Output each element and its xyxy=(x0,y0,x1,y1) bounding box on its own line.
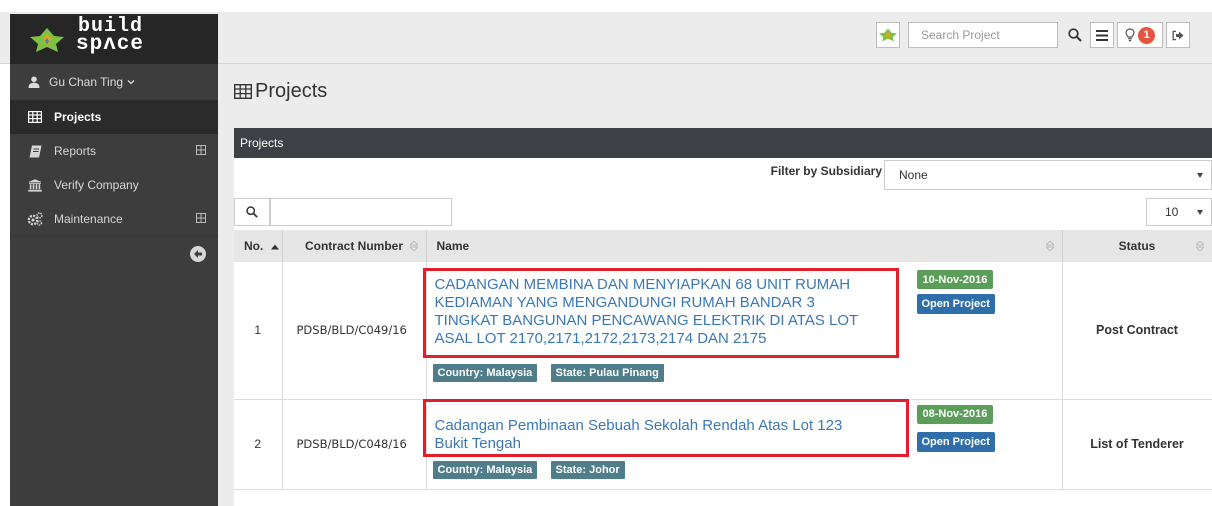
table-row: 2 PDSB/BLD/C048/16 Cadangan Pembinaan Se… xyxy=(234,398,1212,490)
chevron-down-icon xyxy=(127,80,135,85)
open-project-button[interactable]: Open Project xyxy=(916,294,995,314)
country-tag: Country: Malaysia xyxy=(432,364,538,382)
sort-icon xyxy=(1195,241,1204,251)
column-header-label: Status xyxy=(1118,239,1156,253)
buildspace-star-icon xyxy=(879,28,897,42)
table-icon xyxy=(26,111,44,123)
page-size-value: 10 xyxy=(1165,205,1179,219)
column-header-label: Name xyxy=(436,239,470,253)
state-tag: State: Johor xyxy=(550,460,625,479)
sidebar-item-verify-company[interactable]: Verify Company xyxy=(10,168,218,202)
dropdown-caret-icon xyxy=(1197,210,1203,215)
page-size-select[interactable]: 10 xyxy=(1146,198,1212,226)
logo[interactable]: build spʌce xyxy=(10,14,218,64)
project-name-cell: Cadangan Pembinaan Sebuah Sekolah Rendah… xyxy=(422,398,1063,490)
sidebar-item-projects[interactable]: Projects xyxy=(10,100,218,134)
table-search-button[interactable] xyxy=(234,198,270,226)
row-number: 2 xyxy=(234,399,283,490)
project-name-line: ASAL LOT 2170,2171,2172,2173,2174 DAN 21… xyxy=(434,330,767,347)
logo-text-space: spʌce xyxy=(76,33,145,56)
project-search-input[interactable] xyxy=(909,23,1029,47)
column-header-name[interactable]: Name xyxy=(426,230,1063,262)
bank-icon xyxy=(26,178,44,192)
search-icon xyxy=(246,206,258,218)
project-name-cell: CADANGAN MEMBINA DAN MENYIAPKAN 68 UNIT … xyxy=(422,262,1063,400)
sidebar-item-label: Reports xyxy=(54,144,97,158)
project-name-line: CADANGAN MEMBINA DAN MENYIAPKAN 68 UNIT … xyxy=(434,276,851,293)
book-icon xyxy=(26,145,44,158)
project-name-link[interactable]: Cadangan Pembinaan Sebuah Sekolah Rendah… xyxy=(435,417,843,453)
column-header-label: No. xyxy=(244,239,264,253)
column-header-no[interactable]: No. xyxy=(234,230,283,262)
row-number: 1 xyxy=(234,262,283,400)
country-tag: Country: Malaysia xyxy=(432,460,538,479)
sign-out-icon xyxy=(1172,30,1184,40)
search-button[interactable] xyxy=(1064,24,1086,46)
table-header-row: No. Contract Number Name Status xyxy=(234,230,1212,262)
logo-mark-icon xyxy=(30,28,64,52)
notifications-button[interactable]: 1 xyxy=(1117,22,1163,48)
sort-icon xyxy=(1045,241,1054,251)
filter-select-value: None xyxy=(899,168,928,182)
project-name-line: TINGKAT BANGUNAN PENCAWANG ELEKTRIK DI A… xyxy=(434,312,859,329)
sidebar-item-label: Projects xyxy=(54,110,102,124)
date-badge: 10-Nov-2016 xyxy=(916,270,994,289)
project-name-line: Bukit Tengah xyxy=(434,434,521,452)
arrow-left-icon xyxy=(194,250,202,258)
user-name: Gu Chan Ting xyxy=(49,75,124,89)
logout-button[interactable] xyxy=(1166,22,1190,48)
main-content: Projects Projects Filter by Subsidiary N… xyxy=(218,64,1212,506)
sidebar-item-maintenance[interactable]: Maintenance xyxy=(10,202,218,236)
open-project-button[interactable]: Open Project xyxy=(916,431,995,452)
column-header-label: Contract Number xyxy=(304,239,403,253)
contract-number: PDSB/BLD/C049/16 xyxy=(282,262,427,400)
sidebar-item-label: Verify Company xyxy=(54,178,139,192)
table-row: 1 PDSB/BLD/C049/16 CADANGAN MEMBINA DAN … xyxy=(234,262,1212,400)
sidebar-collapse-row xyxy=(10,236,218,270)
contract-number: PDSB/BLD/C048/16 xyxy=(282,399,427,490)
date-badge: 08-Nov-2016 xyxy=(916,404,994,424)
sort-icon xyxy=(409,241,418,251)
cogs-icon xyxy=(26,212,44,226)
column-header-status[interactable]: Status xyxy=(1062,230,1212,262)
project-search-box[interactable] xyxy=(908,22,1058,48)
sidebar-item-reports[interactable]: Reports xyxy=(10,134,218,168)
page-title-text: Projects xyxy=(255,80,328,102)
projects-table: No. Contract Number Name Status 1 PDSB/B… xyxy=(234,230,1212,490)
project-name-link[interactable]: CADANGAN MEMBINA DAN MENYIAPKAN 68 UNIT … xyxy=(435,276,859,348)
top-bar: build spʌce 1 xyxy=(0,0,1212,64)
state-tag: State: Pulau Pinang xyxy=(550,364,664,382)
page-title: Projects xyxy=(234,80,327,103)
dropdown-caret-icon xyxy=(1197,173,1203,178)
sidebar-item-label: Maintenance xyxy=(54,212,123,226)
project-name-line: Cadangan Pembinaan Sebuah Sekolah Rendah… xyxy=(434,416,843,434)
project-name-line: KEDIAMAN YANG MENGANDUNGI RUMAH BANDAR 3 xyxy=(434,294,815,311)
menu-button[interactable] xyxy=(1090,22,1114,48)
table-tools: 10 xyxy=(234,196,1212,230)
user-menu[interactable]: Gu Chan Ting xyxy=(10,64,218,100)
lightbulb-icon xyxy=(1125,28,1135,42)
status-text: List of Tenderer xyxy=(1062,399,1212,490)
table-icon xyxy=(234,84,252,99)
table-search-input[interactable] xyxy=(270,198,452,226)
subsidiary-filter-select[interactable]: None xyxy=(884,160,1212,190)
collapse-sidebar-button[interactable] xyxy=(190,246,206,262)
column-header-contract-number[interactable]: Contract Number xyxy=(282,230,427,262)
sort-ascending-icon xyxy=(270,244,279,250)
search-icon xyxy=(1068,28,1082,42)
expand-icon[interactable] xyxy=(196,145,206,155)
status-text: Post Contract xyxy=(1062,262,1212,400)
user-icon xyxy=(28,76,40,88)
hamburger-icon xyxy=(1096,29,1108,41)
panel-heading-text: Projects xyxy=(240,136,284,150)
expand-icon[interactable] xyxy=(196,213,206,223)
apps-button[interactable] xyxy=(876,22,900,48)
notification-count-badge: 1 xyxy=(1138,26,1155,44)
projects-panel: Projects Filter by Subsidiary None 10 No… xyxy=(234,128,1212,506)
filter-row: Filter by Subsidiary None xyxy=(234,158,1212,196)
sidebar: Gu Chan Ting Projects Reports Verify Com… xyxy=(10,64,218,506)
panel-heading: Projects xyxy=(234,128,1212,158)
filter-label: Filter by Subsidiary xyxy=(770,164,882,178)
